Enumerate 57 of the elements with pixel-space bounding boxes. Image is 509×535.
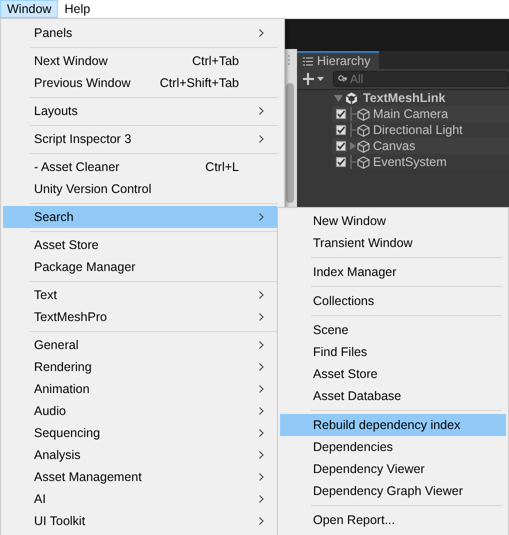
menu-item[interactable]: Script Inspector 3 <box>3 128 277 150</box>
cube-icon <box>357 156 370 168</box>
menu-item[interactable]: Collections <box>280 290 506 312</box>
expand-arrow-icon[interactable] <box>334 94 343 102</box>
search-box[interactable]: All <box>333 71 509 87</box>
hierarchy-item[interactable]: Directional Light <box>373 123 463 137</box>
shortcut-text: Ctrl+Shift+Tab <box>160 76 239 90</box>
menu-item[interactable]: New Window <box>280 210 506 232</box>
hierarchy-item[interactable]: EventSystem <box>373 155 447 169</box>
menu-item[interactable]: Dependency Viewer <box>280 458 506 480</box>
tree-line <box>349 154 357 170</box>
checkbox[interactable] <box>336 141 346 151</box>
menu-item[interactable]: Panels <box>3 22 277 44</box>
menu-item[interactable]: Rebuild dependency index <box>280 414 506 436</box>
search-icon <box>338 75 347 83</box>
menu-item[interactable]: Search <box>3 206 277 228</box>
shortcut-text: Ctrl+Tab <box>192 54 239 68</box>
scene-name: TextMeshLink <box>363 91 446 105</box>
menu-item[interactable]: Scene <box>280 319 506 341</box>
shortcut-text: Ctrl+L <box>205 160 239 174</box>
checkbox[interactable] <box>336 125 346 135</box>
menu-item[interactable]: Asset Database <box>280 385 506 407</box>
menu-item[interactable]: Rendering <box>3 356 277 378</box>
menu-item[interactable]: - Asset Cleaner Ctrl+L <box>3 156 277 178</box>
menu-item[interactable]: Audio <box>3 400 277 422</box>
checkbox[interactable] <box>336 157 346 167</box>
cube-icon <box>357 124 370 136</box>
menu-item[interactable]: Open Report... <box>280 509 506 531</box>
menu-item[interactable]: Index Manager <box>280 261 506 283</box>
hierarchy-tab[interactable]: Hierarchy <box>297 51 378 69</box>
menu-item[interactable]: Analysis <box>3 444 277 466</box>
menu-item[interactable]: Transient Window <box>280 232 506 254</box>
menu-item[interactable]: Sequencing <box>3 422 277 444</box>
menu-item[interactable]: Asset Store <box>3 234 277 256</box>
cube-icon <box>357 108 370 120</box>
menu-item[interactable]: UI Toolkit <box>3 510 277 532</box>
add-dropdown-icon[interactable] <box>303 73 325 85</box>
menu-item[interactable]: Animation <box>3 378 277 400</box>
menu-item[interactable]: Dependencies <box>280 436 506 458</box>
menu-item[interactable]: Package Manager <box>3 256 277 278</box>
menu-item[interactable]: General <box>3 334 277 356</box>
menu-item[interactable]: Text <box>3 284 277 306</box>
cube-icon <box>357 140 370 152</box>
menu-item[interactable]: Unity Version Control <box>3 178 277 200</box>
menu-item[interactable]: Next Window Ctrl+Tab <box>3 50 277 72</box>
menu-item[interactable]: Find Files <box>280 341 506 363</box>
menu-item[interactable]: Asset Store <box>280 363 506 385</box>
menu-item[interactable]: Layouts <box>3 100 277 122</box>
list-icon <box>303 56 313 66</box>
menu-item[interactable]: TextMeshPro <box>3 306 277 328</box>
menu-item[interactable]: Dependency Graph Viewer <box>280 480 506 502</box>
menu-bar-item[interactable]: Window <box>0 0 58 18</box>
menu-item[interactable]: AI <box>3 488 277 510</box>
menu-bar-item[interactable]: Help <box>58 0 96 18</box>
checkbox[interactable] <box>336 109 346 119</box>
menu-item[interactable]: Previous Window Ctrl+Shift+Tab <box>3 72 277 94</box>
menu-item[interactable]: Asset Management <box>3 466 277 488</box>
